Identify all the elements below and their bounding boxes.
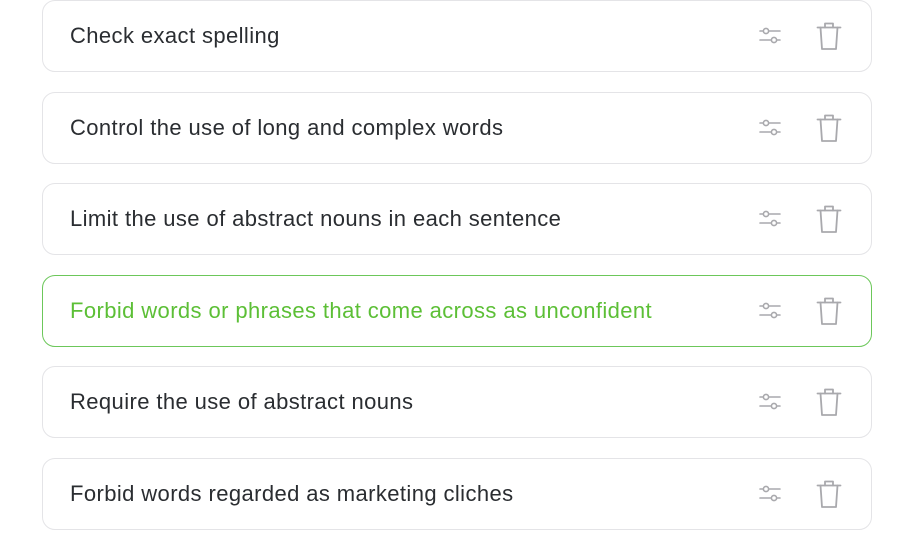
rule-row-active[interactable]: Forbid words or phrases that come across… [42,275,872,347]
trash-icon[interactable] [816,21,842,51]
trash-icon[interactable] [816,204,842,234]
rule-row[interactable]: Forbid words regarded as marketing clich… [42,458,872,530]
sliders-icon[interactable] [759,392,781,412]
rule-label: Check exact spelling [70,23,280,48]
trash-icon[interactable] [816,479,842,509]
rule-row[interactable]: Limit the use of abstract nouns in each … [42,183,872,255]
rule-label: Require the use of abstract nouns [70,389,414,414]
sliders-icon[interactable] [759,484,781,504]
sliders-icon[interactable] [759,301,781,321]
rule-label: Limit the use of abstract nouns in each … [70,206,562,231]
rule-label: Control the use of long and complex word… [70,115,504,140]
sliders-icon[interactable] [759,209,781,229]
trash-icon[interactable] [816,113,842,143]
rule-row[interactable]: Check exact spelling [42,0,872,72]
sliders-icon[interactable] [759,118,781,138]
rule-row[interactable]: Require the use of abstract nouns [42,366,872,438]
sliders-icon[interactable] [759,26,781,46]
rule-label: Forbid words regarded as marketing clich… [70,481,514,506]
rule-row[interactable]: Control the use of long and complex word… [42,92,872,164]
trash-icon[interactable] [816,296,842,326]
trash-icon[interactable] [816,387,842,417]
rule-label: Forbid words or phrases that come across… [70,298,653,323]
